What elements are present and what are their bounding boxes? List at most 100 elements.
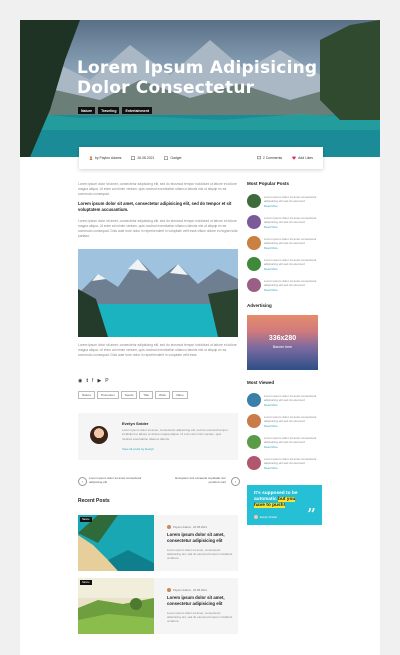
popular-post-text[interactable]: Lorem ipsum dolor sit amet consectetur a… [264,237,322,245]
author-name: Evelyn Snider [122,421,149,426]
recent-post-label: Nature [80,517,92,522]
popular-post-thumbnail[interactable] [247,278,261,292]
viewed-post-thumbnail[interactable] [247,435,261,449]
read-more-link[interactable]: Read More [264,267,278,271]
lead-paragraph: Lorem ipsum dolor sit amet, consectetur … [78,201,232,212]
viewed-post-item[interactable]: Lorem ipsum dolor sit amet consectetur a… [247,456,324,472]
popular-post-item[interactable]: Lorem ipsum dolor sit amet consectetur a… [247,257,324,273]
post-tag[interactable]: Sports [120,391,138,399]
next-post-link[interactable]: Excepteur sint occaecat cupidatat non pr… [168,476,226,484]
recent-post-excerpt: Lorem ipsum dolor sit amet, consectetur … [167,611,233,624]
popular-post-thumbnail[interactable] [247,215,261,229]
recent-posts-heading: Recent Posts [78,498,110,504]
popular-post-item[interactable]: Lorem ipsum dolor sit amet consectetur a… [247,236,324,252]
quote-author-name: Evelyn Snider [260,515,278,519]
popular-post-text[interactable]: Lorem ipsum dolor sit amet consectetur a… [264,258,322,266]
recent-post-author[interactable]: Payton Adams [173,525,191,529]
popular-post-text[interactable]: Lorem ipsum dolor sit amet consectetur a… [264,279,322,287]
pinterest-icon[interactable]: P [105,378,108,384]
read-more-link[interactable]: Read More [264,424,278,428]
heart-icon [292,156,296,160]
youtube-icon[interactable]: ▶ [97,378,101,384]
quote-author: Evelyn Snider [254,515,277,519]
read-more-link[interactable]: Read More [264,288,278,292]
post-tags: Nature Promotion Sports Title Work Video [78,391,188,399]
calendar-icon [131,156,136,161]
meta-likes-text: Add Likes [298,156,313,160]
post-tag[interactable]: Title [139,391,153,399]
viewed-post-thumbnail[interactable] [247,414,261,428]
facebook-icon[interactable]: f [92,378,93,384]
next-arrow-icon[interactable]: › [231,477,240,486]
prev-arrow-icon[interactable]: ‹ [78,477,87,486]
recent-post-card[interactable]: Nature Payton Adams 26.08.2021 Lorem ips… [78,515,238,571]
ad-description: Banner here [272,345,293,349]
read-more-link[interactable]: Read More [264,225,278,229]
article-image [78,249,238,337]
popular-post-item[interactable]: Lorem ipsum dolor sit amet consectetur a… [247,215,324,231]
post-tag[interactable]: Nature [78,391,96,399]
page: Lorem Ipsum Adipisicing Dolor Consectetu… [20,20,380,655]
recent-post-author[interactable]: Payton Adams [173,588,191,592]
viewed-post-text[interactable]: Lorem ipsum dolor sit amet consectetur a… [264,436,322,444]
comment-icon [256,156,261,160]
tag-entertainment[interactable]: Entertainment [122,107,152,114]
instagram-icon[interactable]: ◉ [78,378,82,384]
recent-post-thumbnail[interactable]: Nature [78,515,154,571]
read-more-link[interactable]: Read More [264,246,278,250]
article-title: Lorem Ipsum Adipisicing Dolor Consectetu… [77,58,318,98]
recent-post-title[interactable]: Lorem ipsum dolor sit amet, consectetur … [167,595,235,607]
post-tag[interactable]: Video [171,391,188,399]
viewed-post-item[interactable]: Lorem ipsum dolor sit amet consectetur a… [247,435,324,451]
popular-post-thumbnail[interactable] [247,194,261,208]
popular-post-item[interactable]: Lorem ipsum dolor sit amet consectetur a… [247,194,324,210]
popular-post-thumbnail[interactable] [247,236,261,250]
popular-post-thumbnail[interactable] [247,257,261,271]
popular-post-item[interactable]: Lorem ipsum dolor sit amet consectetur a… [247,278,324,294]
recent-post-byline: Payton Adams 26.08.2021 [167,525,207,529]
share-icons: ◉ t f ▶ P [78,378,109,384]
viewed-post-item[interactable]: Lorem ipsum dolor sit amet consectetur a… [247,393,324,409]
viewed-post-item[interactable]: Lorem ipsum dolor sit amet consectetur a… [247,414,324,430]
prev-post-link[interactable]: Lorem ipsum dolor sit amet consectetur a… [89,476,147,484]
recent-post-excerpt: Lorem ipsum dolor sit amet, consectetur … [167,548,233,561]
read-more-link[interactable]: Read More [264,466,278,470]
popular-post-text[interactable]: Lorem ipsum dolor sit amet consectetur a… [264,216,322,224]
read-more-link[interactable]: Read More [264,204,278,208]
post-tag[interactable]: Promotion [97,391,119,399]
quote-text: It's supposed to be automatic but you ha… [254,491,300,509]
ad-banner[interactable]: 336x280 Banner here [247,315,318,370]
paragraph-1: Lorem ipsum dolor sit amet, consectetur … [78,182,237,196]
recent-post-title[interactable]: Lorem ipsum dolor sit amet, consectetur … [167,532,235,544]
viewed-post-text[interactable]: Lorem ipsum dolor sit amet consectetur a… [264,394,322,402]
read-more-link[interactable]: Read More [264,445,278,449]
meta-author-text: by Payton Adams [95,156,122,160]
twitter-icon[interactable]: t [86,378,88,384]
meta-bar: by Payton Adams 26.08.2021 Gadget 2 Comm… [79,147,323,169]
meta-author[interactable]: by Payton Adams [89,156,121,160]
recent-post-card[interactable]: Nature Payton Adams 26.08.2021 Lorem ips… [78,578,238,634]
article-body: Lorem ipsum dolor sit amet, consectetur … [78,182,238,243]
meta-date: 26.08.2021 [131,156,154,161]
viewed-post-thumbnail[interactable] [247,456,261,470]
tag-nature[interactable]: Nature [78,107,96,114]
viewed-post-text[interactable]: Lorem ipsum dolor sit amet consectetur a… [264,457,322,465]
read-more-link[interactable]: Read More [264,403,278,407]
user-icon [89,156,93,160]
paragraph-2: Lorem ipsum dolor sit amet, consectetur … [78,219,238,238]
post-tag[interactable]: Work [154,391,170,399]
author-avatar [167,588,171,592]
post-navigation: ‹ Lorem ipsum dolor sit amet consectetur… [78,475,240,489]
ad-size: 336x280 [268,335,297,342]
meta-likes[interactable]: Add Likes [292,156,313,160]
meta-comments[interactable]: 2 Comments [256,156,283,160]
author-posts-link[interactable]: View all posts by Evelyn [122,447,154,451]
tag-traveling[interactable]: Traveling [98,107,120,114]
viewed-post-text[interactable]: Lorem ipsum dolor sit amet consectetur a… [264,415,322,423]
recent-post-thumbnail[interactable]: Nature [78,578,154,634]
meta-category[interactable]: Gadget [164,156,182,160]
popular-post-text[interactable]: Lorem ipsum dolor sit amet consectetur a… [264,195,322,203]
viewed-post-thumbnail[interactable] [247,393,261,407]
meta-comments-text: 2 Comments [262,156,283,160]
recent-post-byline: Payton Adams 26.08.2021 [167,588,207,592]
